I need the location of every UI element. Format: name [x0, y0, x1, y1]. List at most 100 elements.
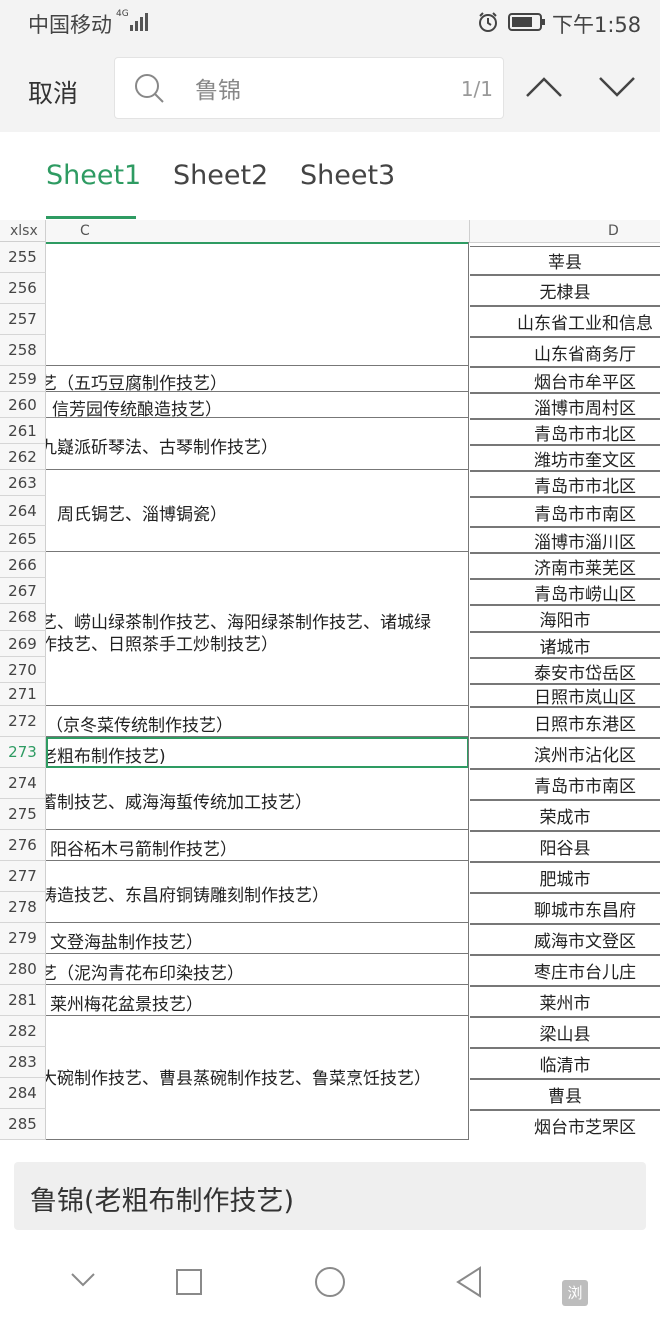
- cell-d[interactable]: 泰安市岱岳区: [470, 658, 660, 684]
- cell-d[interactable]: 日照市东港区: [470, 707, 660, 738]
- cell-d[interactable]: 青岛市崂山区: [470, 579, 660, 605]
- cell-c-empty[interactable]: [46, 242, 469, 366]
- cell-text: 烟台市牟平区: [534, 372, 636, 393]
- row-header[interactable]: 263: [0, 470, 46, 496]
- row-header[interactable]: 256: [0, 273, 46, 304]
- column-header-c[interactable]: C: [46, 220, 469, 244]
- cell-d[interactable]: 无棣县: [470, 275, 660, 306]
- recent-apps-icon[interactable]: [175, 1268, 203, 1296]
- tab-sheet1[interactable]: Sheet1: [46, 160, 141, 191]
- row-header[interactable]: 257: [0, 304, 46, 335]
- row-header[interactable]: 272: [0, 706, 46, 737]
- row-header[interactable]: 274: [0, 768, 46, 799]
- cancel-button[interactable]: 取消: [28, 74, 78, 110]
- cell-c[interactable]: 阳谷柘木弓箭制作技艺）: [46, 830, 469, 861]
- cell-d[interactable]: 莱州市: [470, 986, 660, 1017]
- row-header[interactable]: 261: [0, 418, 46, 444]
- row-header[interactable]: 280: [0, 954, 46, 985]
- cell-d[interactable]: 山东省商务厅: [470, 337, 660, 367]
- cell-d[interactable]: 日照市岚山区: [470, 684, 660, 707]
- cell-c[interactable]: 艺（泥沟青花布印染技艺）: [46, 954, 469, 985]
- row-header[interactable]: 270: [0, 657, 46, 683]
- cell-c[interactable]: 莱州梅花盆景技艺）: [46, 985, 469, 1016]
- cell-d[interactable]: 荣成市: [470, 800, 660, 831]
- row-header[interactable]: 267: [0, 578, 46, 604]
- row-header[interactable]: 279: [0, 923, 46, 954]
- cell-c[interactable]: 艺（五巧豆腐制作技艺）: [46, 366, 469, 392]
- row-header[interactable]: 258: [0, 335, 46, 366]
- row-header[interactable]: 276: [0, 830, 46, 861]
- row-header[interactable]: 266: [0, 552, 46, 578]
- row-header[interactable]: 268: [0, 604, 46, 631]
- row-header[interactable]: 284: [0, 1078, 46, 1109]
- row-header[interactable]: 255: [0, 242, 46, 273]
- next-match-button[interactable]: [598, 76, 636, 98]
- cell-d[interactable]: 烟台市芝罘区: [470, 1110, 660, 1140]
- cell-d[interactable]: 青岛市市南区: [470, 497, 660, 527]
- cell-d[interactable]: 枣庄市台儿庄: [470, 955, 660, 986]
- row-header[interactable]: 271: [0, 683, 46, 706]
- cell-c[interactable]: 文登海盐制作技艺）: [46, 923, 469, 954]
- cell-d[interactable]: 阳谷县: [470, 831, 660, 862]
- cell-d[interactable]: 梁山县: [470, 1017, 660, 1048]
- row-header[interactable]: 269: [0, 631, 46, 657]
- cell-d[interactable]: 曹县: [470, 1079, 660, 1110]
- cell-d[interactable]: 莘县: [470, 246, 660, 275]
- column-header-d[interactable]: D: [469, 220, 660, 243]
- cell-c[interactable]: 蓄制技艺、威海海蜇传统加工技艺）: [46, 768, 469, 830]
- home-icon[interactable]: [314, 1266, 346, 1298]
- collapse-icon[interactable]: [70, 1272, 96, 1288]
- cell-text: 荣成市: [539, 808, 591, 828]
- cell-d[interactable]: 肥城市: [470, 862, 660, 893]
- cell-d[interactable]: 山东省工业和信息: [470, 306, 660, 337]
- cell-text: 潍坊市奎文区: [534, 450, 636, 471]
- row-header[interactable]: 283: [0, 1047, 46, 1078]
- cell-d[interactable]: 威海市文登区: [470, 924, 660, 955]
- search-toolbar: 取消 1/1: [0, 44, 660, 132]
- cell-c[interactable]: 九嶷派斫琴法、古琴制作技艺）: [46, 418, 469, 470]
- cell-d[interactable]: 济南市莱芜区: [470, 553, 660, 579]
- row-header[interactable]: 262: [0, 444, 46, 470]
- row-header[interactable]: 281: [0, 985, 46, 1016]
- cell-c[interactable]: 大碗制作技艺、曹县蒸碗制作技艺、鲁菜烹饪技艺）: [46, 1016, 469, 1140]
- cell-content-text: 鲁锦(老粗布制作技艺): [30, 1186, 295, 1217]
- cell-c-selected[interactable]: 老粗布制作技艺): [46, 737, 469, 768]
- cell-d[interactable]: 聊城市东昌府: [470, 893, 660, 924]
- cell-d[interactable]: 烟台市牟平区: [470, 367, 660, 393]
- cell-d[interactable]: 临清市: [470, 1048, 660, 1079]
- spreadsheet-grid[interactable]: xlsx C D 255 256 257 258 259 260 261 262…: [0, 220, 660, 1140]
- row-header[interactable]: 259: [0, 366, 46, 392]
- cell-d[interactable]: 青岛市市南区: [470, 769, 660, 800]
- row-header[interactable]: 278: [0, 892, 46, 923]
- cell-d[interactable]: 滨州市沾化区: [470, 738, 660, 769]
- row-header[interactable]: 264: [0, 496, 46, 526]
- cell-d[interactable]: 海阳市: [470, 605, 660, 632]
- cell-c[interactable]: 、周氏锔艺、淄博锔瓷）: [46, 470, 469, 552]
- row-header[interactable]: 285: [0, 1109, 46, 1140]
- cell-d[interactable]: 淄博市周村区: [470, 393, 660, 419]
- cell-c[interactable]: 信芳园传统酿造技艺）: [46, 392, 469, 418]
- row-header[interactable]: 282: [0, 1016, 46, 1047]
- row-header[interactable]: 260: [0, 392, 46, 418]
- tab-sheet2[interactable]: Sheet2: [173, 160, 268, 191]
- cell-text: 淄博市周村区: [534, 398, 636, 419]
- cell-c[interactable]: 艺、崂山绿茶制作技艺、海阳绿茶制作技艺、诸城绿 作技艺、日照茶手工炒制技艺）: [46, 552, 469, 706]
- cell-content-bar[interactable]: 鲁锦(老粗布制作技艺): [14, 1162, 646, 1230]
- cell-d[interactable]: 诸城市: [470, 632, 660, 658]
- search-box[interactable]: 1/1: [114, 57, 504, 119]
- cell-c[interactable]: 铸造技艺、东昌府铜铸雕刻制作技艺）: [46, 861, 469, 923]
- cell-d[interactable]: 潍坊市奎文区: [470, 445, 660, 471]
- tab-sheet3[interactable]: Sheet3: [300, 160, 395, 191]
- search-input[interactable]: [195, 75, 425, 101]
- cell-d[interactable]: 淄博市淄川区: [470, 527, 660, 553]
- row-header[interactable]: 265: [0, 526, 46, 552]
- row-header-selected[interactable]: 273: [0, 737, 46, 768]
- cell-c[interactable]: （京冬菜传统制作技艺）: [46, 706, 469, 737]
- back-icon[interactable]: [455, 1266, 483, 1298]
- row-header[interactable]: 277: [0, 861, 46, 892]
- cell-d[interactable]: 青岛市市北区: [470, 419, 660, 445]
- previous-match-button[interactable]: [525, 76, 563, 98]
- cell-d[interactable]: 青岛市市北区: [470, 471, 660, 497]
- row-header[interactable]: 275: [0, 799, 46, 830]
- corner-cell[interactable]: xlsx: [0, 220, 46, 242]
